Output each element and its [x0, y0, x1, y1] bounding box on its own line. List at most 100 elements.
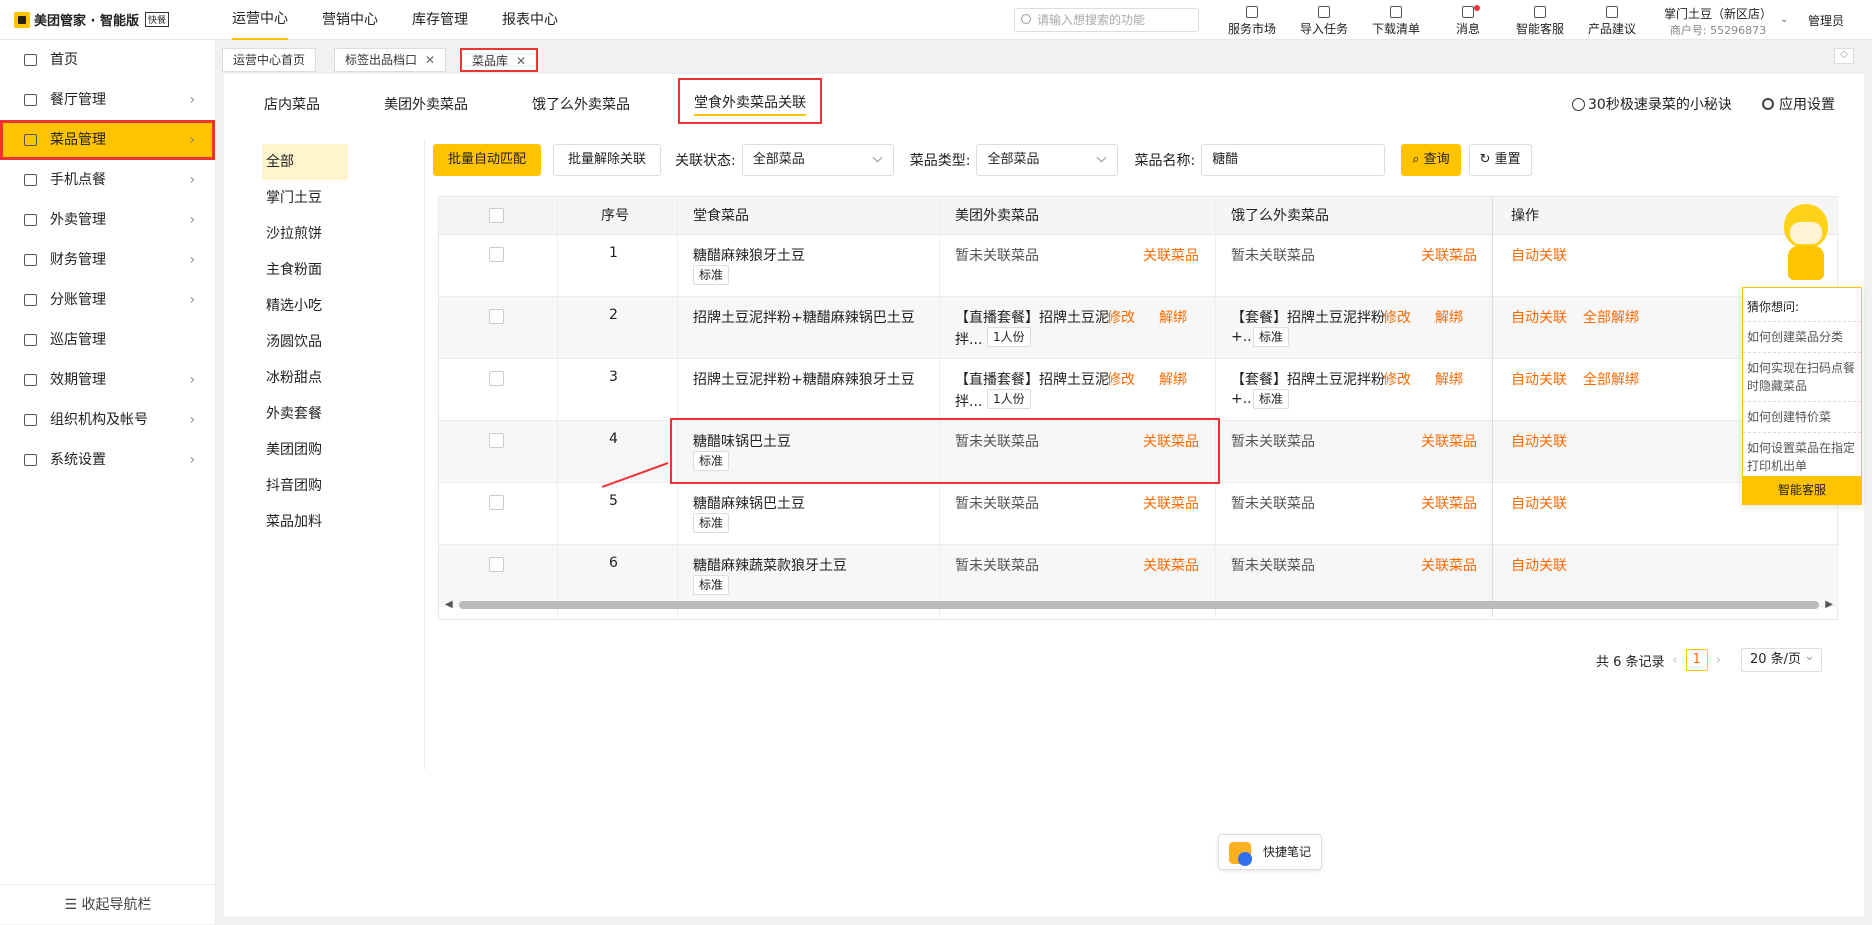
horizontal-scrollbar[interactable]: ◀ ▶ — [445, 599, 1833, 610]
sidebar-item-dishes[interactable]: 菜品管理 › — [0, 120, 215, 160]
auto-link-button[interactable]: 自动关联 — [1511, 245, 1567, 265]
service-market-button[interactable]: 服务市场 — [1216, 4, 1288, 37]
admin-menu[interactable]: 管理员 — [1808, 12, 1844, 29]
topnav-reports[interactable]: 报表中心 — [502, 0, 558, 40]
link-meituan-button[interactable]: 关联菜品 — [1143, 493, 1199, 513]
faq-item[interactable]: 如何实现在扫码点餐时隐藏菜品 — [1743, 352, 1861, 401]
batch-auto-match-button[interactable]: 批量自动匹配 — [433, 144, 542, 176]
row-checkbox[interactable] — [489, 557, 504, 572]
query-button[interactable]: ⌕ 查询 — [1401, 144, 1461, 176]
row-checkbox[interactable] — [489, 371, 504, 386]
app-logo[interactable]: 美团管家 · 智能版 快餐 — [14, 10, 170, 29]
function-search-input[interactable]: 请输入想搜索的功能 — [1014, 8, 1199, 32]
category-item[interactable]: 菜品加料 — [262, 504, 348, 540]
row-checkbox[interactable] — [489, 433, 504, 448]
row-checkbox[interactable] — [489, 309, 504, 324]
close-icon[interactable]: ✕ — [425, 53, 435, 67]
auto-link-button[interactable]: 自动关联 — [1511, 369, 1567, 389]
link-eleme-button[interactable]: 关联菜品 — [1421, 245, 1477, 265]
subtab-eleme-dishes[interactable]: 饿了么外卖菜品 — [532, 94, 630, 114]
smart-support-button[interactable]: 智能客服 — [1743, 476, 1861, 504]
page-tab-ops-home[interactable]: 运营中心首页 — [222, 48, 317, 72]
prev-page-icon[interactable]: ‹ — [1673, 653, 1678, 668]
edit-eleme-button[interactable]: 修改 — [1383, 307, 1411, 327]
sidebar-item-mobile-order[interactable]: 手机点餐 › — [0, 160, 215, 200]
page-tab-label-printer[interactable]: 标签出品档口 ✕ — [334, 48, 447, 72]
sidebar-item-inspection[interactable]: 巡店管理 — [0, 320, 215, 360]
link-eleme-button[interactable]: 关联菜品 — [1421, 493, 1477, 513]
link-eleme-button[interactable]: 关联菜品 — [1421, 555, 1477, 575]
chevron-down-icon[interactable]: ⌄ — [1780, 14, 1788, 25]
category-item[interactable]: 掌门土豆 — [262, 180, 348, 216]
close-icon[interactable]: ✕ — [516, 54, 526, 68]
edit-meituan-button[interactable]: 修改 — [1107, 307, 1135, 327]
subtab-dish-link[interactable]: 堂食外卖菜品关联 — [678, 78, 822, 124]
pin-icon[interactable]: ◇ — [1834, 48, 1854, 64]
topnav-operations[interactable]: 运营中心 — [232, 0, 288, 40]
category-item[interactable]: 精选小吃 — [262, 288, 348, 324]
category-item[interactable]: 抖音团购 — [262, 468, 348, 504]
auto-link-button[interactable]: 自动关联 — [1511, 493, 1567, 513]
auto-link-button[interactable]: 自动关联 — [1511, 555, 1567, 575]
download-list-button[interactable]: 下载清单 — [1360, 4, 1432, 37]
messages-button[interactable]: 消息 — [1432, 4, 1504, 37]
product-feedback-button[interactable]: 产品建议 — [1576, 4, 1648, 37]
sidebar-item-finance[interactable]: 财务管理 › — [0, 240, 215, 280]
category-item[interactable]: 全部 — [262, 144, 348, 180]
link-meituan-button[interactable]: 关联菜品 — [1143, 245, 1199, 265]
sidebar-item-delivery[interactable]: 外卖管理 › — [0, 200, 215, 240]
link-eleme-button[interactable]: 关联菜品 — [1421, 431, 1477, 451]
dish-name-input[interactable]: 糖醋 — [1201, 144, 1386, 176]
auto-link-button[interactable]: 自动关联 — [1511, 431, 1567, 451]
type-select[interactable]: 全部菜品 — [976, 144, 1119, 176]
edit-eleme-button[interactable]: 修改 — [1383, 369, 1411, 389]
unbind-meituan-button[interactable]: 解绑 — [1159, 307, 1187, 327]
import-tasks-button[interactable]: 导入任务 — [1288, 4, 1360, 37]
quick-tips-link[interactable]: 30秒极速录菜的小秘诀 — [1572, 94, 1732, 114]
sidebar-item-restaurant[interactable]: 餐厅管理 › — [0, 80, 215, 120]
category-item[interactable]: 冰粉甜点 — [262, 360, 348, 396]
row-checkbox[interactable] — [489, 247, 504, 262]
select-all-checkbox[interactable] — [489, 208, 504, 223]
edit-meituan-button[interactable]: 修改 — [1107, 369, 1135, 389]
sidebar-item-expiry[interactable]: 效期管理 › — [0, 360, 215, 400]
scroll-left-icon[interactable]: ◀ — [445, 599, 453, 610]
sidebar-item-settings[interactable]: 系统设置 › — [0, 440, 215, 480]
category-item[interactable]: 主食粉面 — [262, 252, 348, 288]
category-item[interactable]: 沙拉煎饼 — [262, 216, 348, 252]
app-settings-link[interactable]: 应用设置 — [1762, 94, 1835, 114]
subtab-store-dishes[interactable]: 店内菜品 — [264, 94, 320, 114]
unbind-eleme-button[interactable]: 解绑 — [1435, 369, 1463, 389]
store-switcher[interactable]: 掌门土豆（新区店） 商户号: 55296873 — [1664, 5, 1772, 38]
mascot-avatar[interactable] — [1774, 200, 1834, 284]
subtab-meituan-dishes[interactable]: 美团外卖菜品 — [384, 94, 468, 114]
faq-item[interactable]: 如何创建特价菜 — [1743, 401, 1861, 432]
category-item[interactable]: 汤圆饮品 — [262, 324, 348, 360]
page-number[interactable]: 1 — [1685, 649, 1708, 671]
smart-support-button[interactable]: 智能客服 — [1504, 4, 1576, 37]
page-tab-dish-library[interactable]: 菜品库 ✕ — [460, 48, 539, 72]
topnav-marketing[interactable]: 营销中心 — [322, 0, 378, 40]
batch-unlink-button[interactable]: 批量解除关联 — [553, 144, 662, 176]
unbind-meituan-button[interactable]: 解绑 — [1159, 369, 1187, 389]
row-checkbox[interactable] — [489, 495, 504, 510]
unbind-eleme-button[interactable]: 解绑 — [1435, 307, 1463, 327]
unbind-all-button[interactable]: 全部解绑 — [1583, 307, 1639, 327]
quick-note-button[interactable]: 快捷笔记 — [1218, 834, 1322, 870]
collapse-nav-button[interactable]: ☰ 收起导航栏 — [0, 884, 216, 924]
faq-item[interactable]: 如何设置菜品在指定打印机出单 — [1743, 432, 1861, 481]
auto-link-button[interactable]: 自动关联 — [1511, 307, 1567, 327]
reset-button[interactable]: ↻ 重置 — [1468, 144, 1532, 176]
sidebar-item-split[interactable]: 分账管理 › — [0, 280, 215, 320]
category-item[interactable]: 外卖套餐 — [262, 396, 348, 432]
topnav-inventory[interactable]: 库存管理 — [412, 0, 468, 40]
sidebar-item-org[interactable]: 组织机构及帐号 › — [0, 400, 215, 440]
sidebar-item-home[interactable]: 首页 — [0, 40, 215, 80]
next-page-icon[interactable]: › — [1716, 653, 1721, 668]
page-size-select[interactable]: 20 条/页 — [1740, 646, 1823, 672]
scroll-right-icon[interactable]: ▶ — [1825, 599, 1833, 610]
status-select[interactable]: 全部菜品 — [741, 144, 894, 176]
scroll-thumb[interactable] — [459, 601, 1819, 609]
category-item[interactable]: 美团团购 — [262, 432, 348, 468]
faq-item[interactable]: 如何创建菜品分类 — [1743, 321, 1861, 352]
